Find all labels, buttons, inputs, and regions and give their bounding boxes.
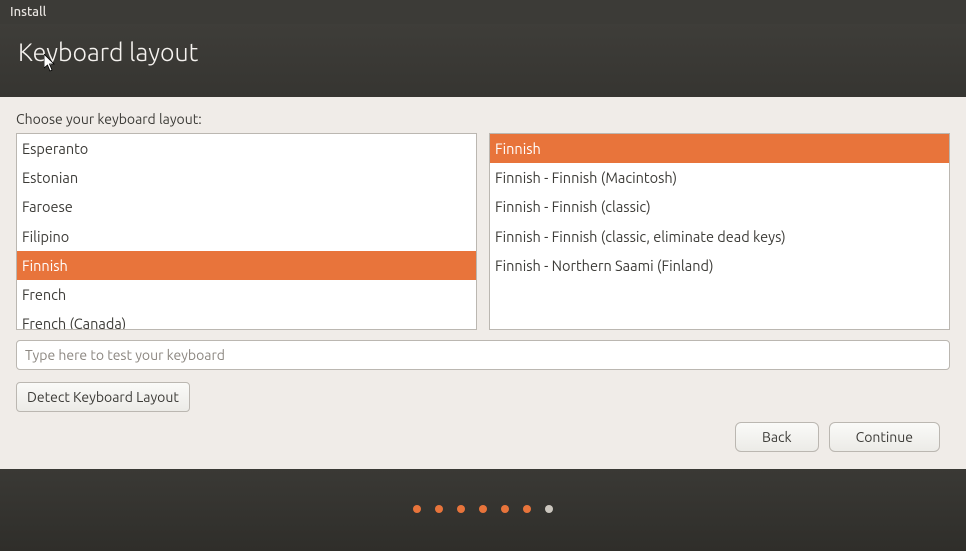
layout-list-item[interactable]: Faroese <box>17 192 476 221</box>
layout-lists: EsperantoEstonianFaroeseFilipinoFinnishF… <box>16 133 950 330</box>
progress-dot <box>457 505 465 513</box>
nav-actions: Back Continue <box>735 422 940 452</box>
variant-list-item[interactable]: Finnish <box>490 134 949 163</box>
layout-list-item[interactable]: French (Canada) <box>17 309 476 330</box>
page-header: Keyboard layout <box>0 24 966 97</box>
content-area: Choose your keyboard layout: EsperantoEs… <box>0 97 966 412</box>
keyboard-test-input[interactable] <box>16 340 950 370</box>
variant-list-item[interactable]: Finnish - Finnish (Macintosh) <box>490 163 949 192</box>
variant-list-item[interactable]: Finnish - Finnish (classic) <box>490 192 949 221</box>
page-title: Keyboard layout <box>18 38 948 66</box>
detect-keyboard-button[interactable]: Detect Keyboard Layout <box>16 382 190 412</box>
layout-list-item[interactable]: Finnish <box>17 251 476 280</box>
layout-list-item[interactable]: Esperanto <box>17 134 476 163</box>
progress-dot <box>523 505 531 513</box>
continue-button[interactable]: Continue <box>829 422 940 452</box>
layout-list-item[interactable]: Filipino <box>17 222 476 251</box>
layout-list-item[interactable]: French <box>17 280 476 309</box>
footer <box>0 469 966 551</box>
progress-dot <box>413 505 421 513</box>
variant-list-item[interactable]: Finnish - Finnish (classic, eliminate de… <box>490 222 949 251</box>
layout-list-item[interactable]: Estonian <box>17 163 476 192</box>
variant-listbox[interactable]: FinnishFinnish - Finnish (Macintosh)Finn… <box>489 133 950 330</box>
choose-layout-label: Choose your keyboard layout: <box>16 111 950 127</box>
variant-list-item[interactable]: Finnish - Northern Saami (Finland) <box>490 251 949 280</box>
progress-dots <box>413 505 553 513</box>
window-title: Install <box>10 5 46 19</box>
layout-listbox[interactable]: EsperantoEstonianFaroeseFilipinoFinnishF… <box>16 133 477 330</box>
progress-dot <box>479 505 487 513</box>
back-button[interactable]: Back <box>735 422 819 452</box>
progress-dot <box>545 505 553 513</box>
progress-dot <box>501 505 509 513</box>
progress-dot <box>435 505 443 513</box>
window-titlebar: Install <box>0 0 966 24</box>
